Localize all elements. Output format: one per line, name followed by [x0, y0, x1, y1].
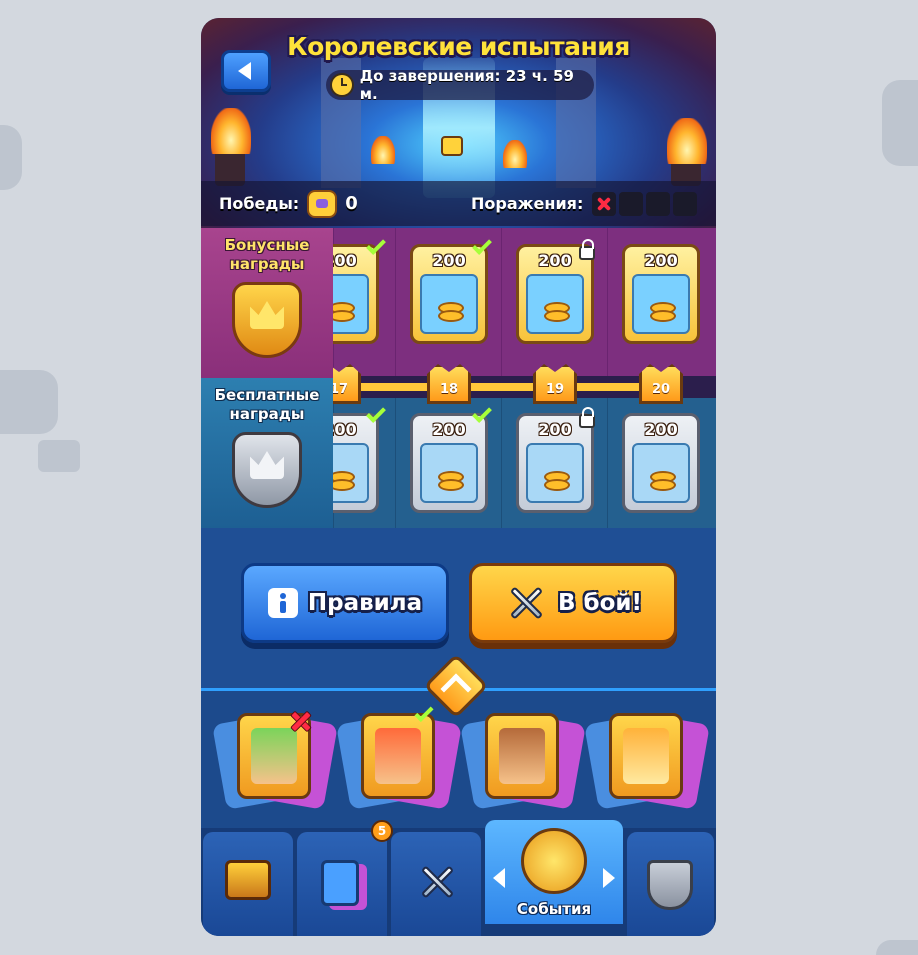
back-button[interactable]: [221, 50, 271, 92]
wins-value: 0: [345, 193, 358, 214]
free-reward-card[interactable]: 200: [516, 413, 594, 513]
clan-shield-icon: [647, 860, 693, 910]
crossed-swords-icon: [504, 581, 548, 625]
gold-coins-icon: [526, 274, 584, 334]
reward-amount: 200: [538, 420, 572, 439]
hero-card-4[interactable]: [609, 713, 683, 799]
crown-icon: [307, 189, 338, 218]
free-rewards-panel: Бесплатные награды: [201, 378, 333, 528]
gold-coins-icon: [632, 274, 690, 334]
nav-item-chest[interactable]: [203, 832, 293, 936]
stats-bar: Победы: 0 Поражения:: [201, 181, 716, 226]
bg-decor: [882, 80, 918, 166]
clock-icon: [330, 73, 354, 97]
bonus-reward-card[interactable]: 200: [622, 244, 700, 344]
nav-item-events[interactable]: События: [485, 820, 623, 924]
lock-icon: [579, 239, 595, 260]
bg-decor: [38, 440, 80, 472]
torch-flame-icon: [211, 108, 251, 154]
nav-item-cards[interactable]: [297, 832, 387, 936]
chest-icon: [225, 860, 271, 900]
loss-slot-x-icon: [592, 191, 617, 216]
progress-bar: [333, 383, 678, 391]
timer-text: До завершения: 23 ч. 59 м.: [359, 67, 574, 103]
rules-label: Правила: [307, 590, 423, 616]
green-hooded-hero-icon: [251, 728, 297, 784]
free-label-line1: Бесплатные: [214, 386, 320, 404]
reward-amount: 200: [432, 420, 466, 439]
silver-crown-badge-icon: [232, 432, 302, 508]
bottom-nav: События: [201, 820, 716, 936]
arrow-left-icon[interactable]: [493, 868, 505, 888]
stage-track: 17 18 19 20: [317, 364, 716, 404]
loss-slot: [646, 191, 671, 216]
bg-decor: [876, 940, 918, 955]
losses-label: Поражения:: [471, 194, 584, 213]
nav-item-battle[interactable]: [391, 832, 481, 936]
page-title: Королевские испытания: [287, 32, 630, 61]
wins-counter: Победы: 0: [219, 189, 358, 218]
loss-slot: [673, 191, 698, 216]
event-timer: До завершения: 23 ч. 59 м.: [326, 67, 594, 103]
bg-decor: [0, 370, 58, 434]
bonus-reward-card[interactable]: 200: [410, 244, 488, 344]
nav-item-clan[interactable]: [627, 832, 714, 936]
reward-amount: 200: [644, 420, 678, 439]
swords-icon: [415, 860, 459, 904]
battle-button[interactable]: В бой!: [469, 563, 677, 643]
game-screen: Королевские испытания До завершения: 23 …: [201, 18, 716, 936]
torch-flame-icon: [667, 118, 707, 164]
free-label-line2: награды: [229, 405, 305, 423]
hero-card-3[interactable]: [485, 713, 559, 799]
free-reward-card[interactable]: 200: [622, 413, 700, 513]
rules-button[interactable]: Правила: [241, 563, 449, 643]
crown-gem-icon: [441, 136, 463, 156]
bg-decor: [0, 125, 22, 190]
free-reward-card[interactable]: 200: [410, 413, 488, 513]
gold-coins-icon: [420, 443, 478, 503]
arrow-right-icon[interactable]: [603, 868, 615, 888]
reward-amount: 200: [644, 251, 678, 270]
gold-coins-icon: [632, 443, 690, 503]
events-crown-icon: [521, 828, 587, 894]
hero-card-2[interactable]: [361, 713, 435, 799]
torch-flame-icon: [371, 136, 395, 164]
crown-card-icon: [623, 728, 669, 784]
torch-flame-icon: [503, 140, 527, 168]
monkey-hero-icon: [499, 728, 545, 784]
back-arrow-icon: [238, 62, 251, 80]
gold-crown-badge-icon: [232, 282, 302, 358]
nav-events-label: События: [516, 900, 592, 918]
defeat-x-icon: [289, 710, 309, 730]
fire-hero-icon: [375, 728, 421, 784]
reward-amount: 200: [538, 251, 572, 270]
losses-counter: Поражения:: [471, 191, 698, 216]
wins-label: Победы:: [219, 194, 300, 213]
bonus-label-line2: награды: [229, 255, 305, 273]
gold-coins-icon: [420, 274, 478, 334]
bonus-label-line1: Бонусные: [224, 236, 310, 254]
cards-icon: [321, 860, 359, 906]
reward-amount: 200: [432, 251, 466, 270]
loss-slot: [619, 191, 644, 216]
info-icon: [267, 588, 298, 618]
bonus-rewards-panel: Бонусные награды: [201, 228, 333, 378]
battle-label: В бой!: [557, 590, 642, 616]
lock-icon: [579, 407, 595, 428]
cards-count-badge: 5: [371, 820, 393, 842]
gold-coins-icon: [526, 443, 584, 503]
bonus-rewards-label: Бонусные награды: [225, 236, 310, 274]
free-rewards-label: Бесплатные награды: [215, 386, 320, 424]
